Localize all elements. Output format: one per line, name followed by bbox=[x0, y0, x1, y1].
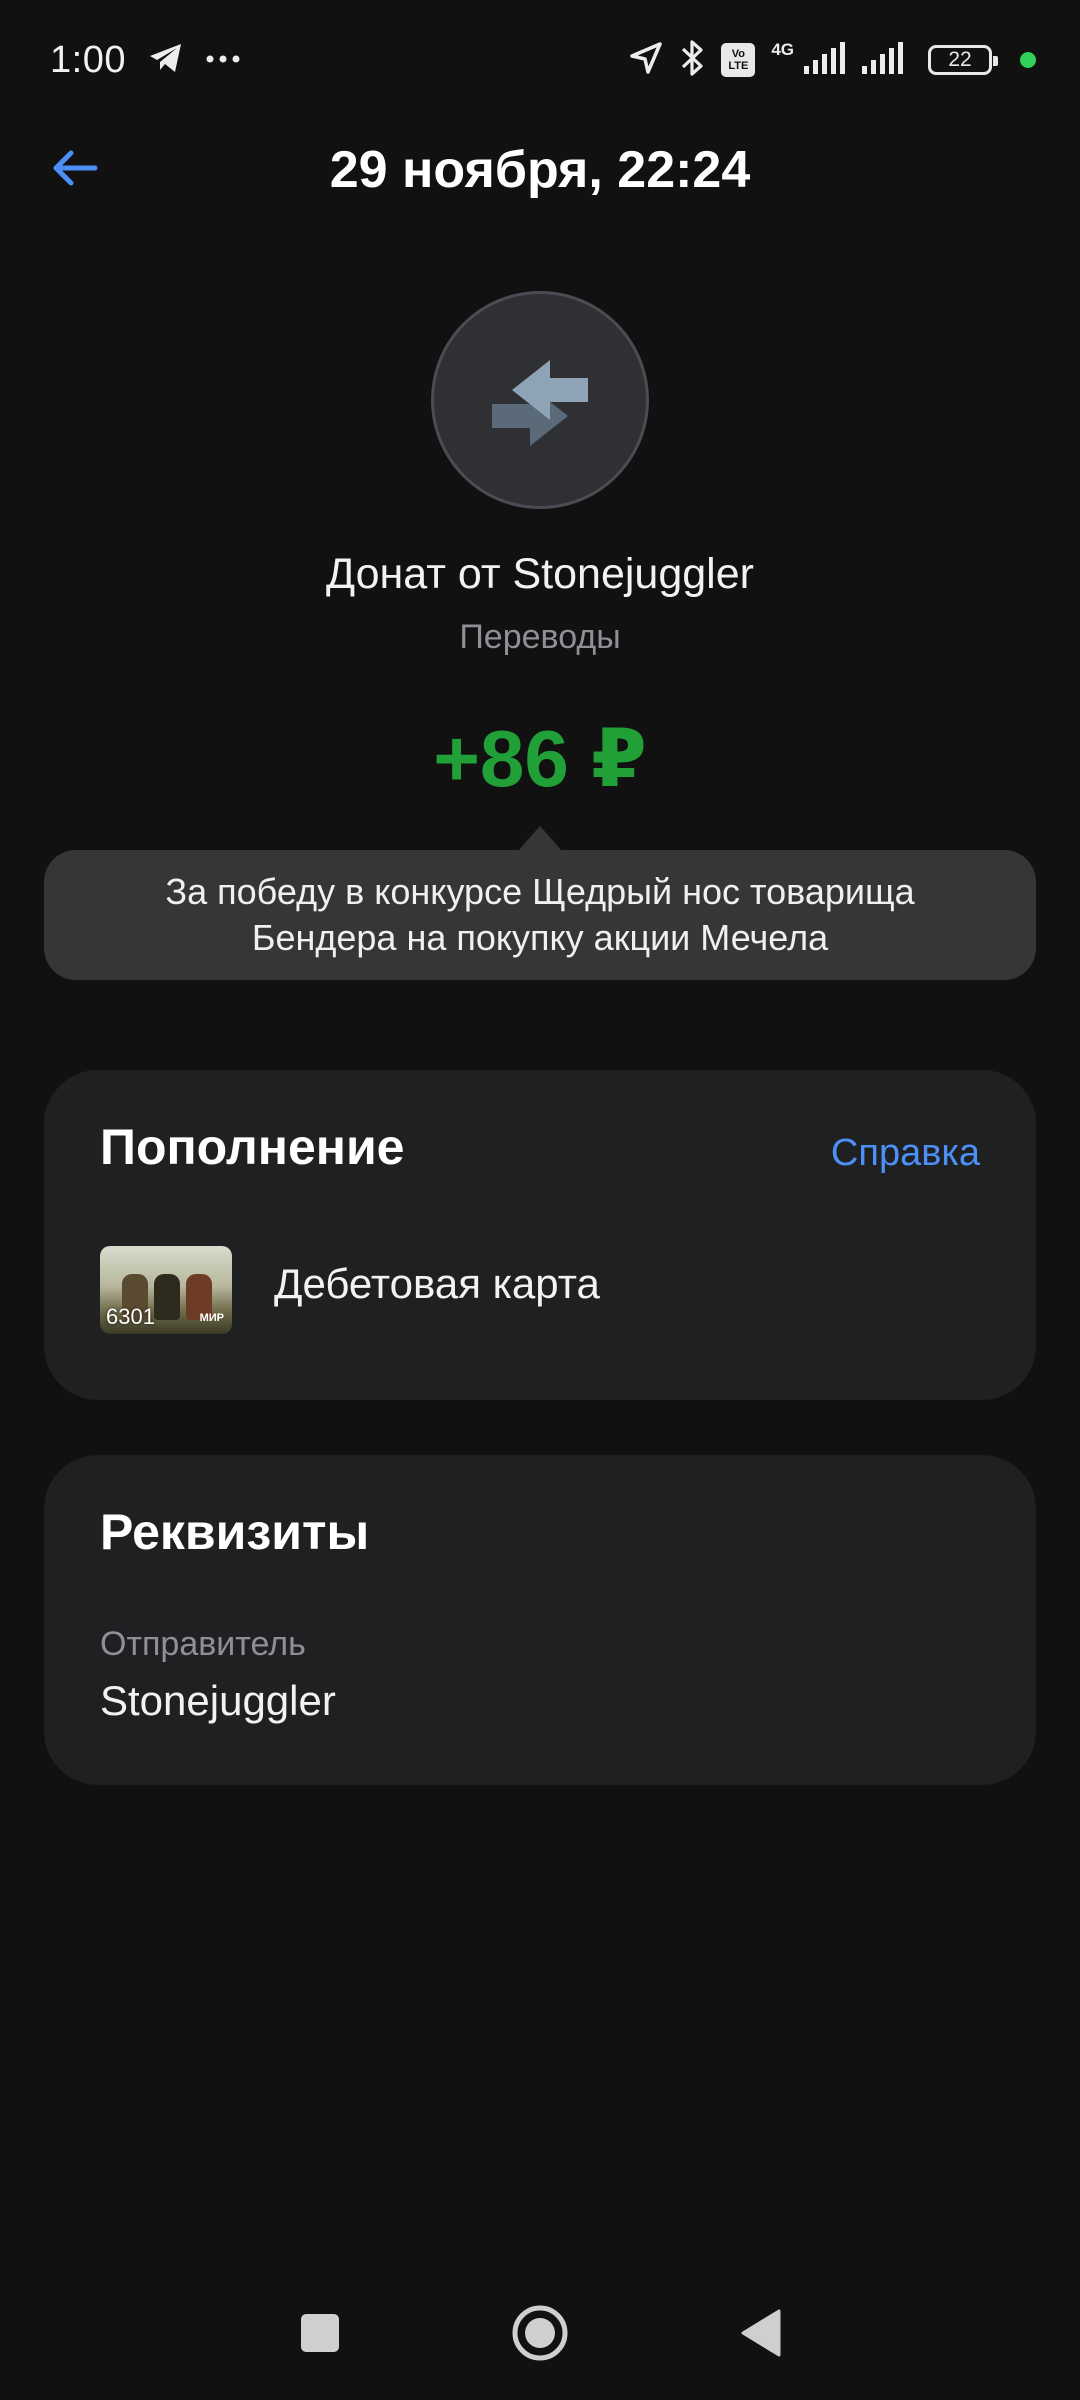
back-triangle-icon bbox=[739, 2309, 781, 2362]
transaction-comment: За победу в конкурсе Щедрый нос товарища… bbox=[44, 850, 1036, 980]
sender-label: Отправитель bbox=[100, 1625, 306, 1663]
transfer-arrows-icon bbox=[470, 328, 610, 473]
volte-icon: Vo LTE bbox=[721, 43, 756, 77]
top-app-bar: 29 ноября, 22:24 bbox=[0, 120, 1080, 220]
signal-icon bbox=[804, 41, 846, 79]
location-arrow-icon bbox=[629, 41, 663, 80]
card-brand-logo: МИР bbox=[199, 1312, 224, 1324]
battery-icon: 22 bbox=[928, 45, 998, 75]
back-nav-button[interactable] bbox=[725, 2300, 795, 2370]
card-name[interactable]: Дебетовая карта bbox=[274, 1260, 600, 1308]
home-button[interactable] bbox=[505, 2300, 575, 2370]
bank-card-thumbnail[interactable]: 6301 МИР bbox=[100, 1246, 232, 1334]
requisites-section: Реквизиты Отправитель Stonejuggler bbox=[44, 1455, 1036, 1785]
help-link[interactable]: Справка bbox=[831, 1132, 980, 1175]
status-time: 1:00 bbox=[50, 38, 126, 81]
transaction-avatar bbox=[431, 291, 649, 509]
back-button[interactable] bbox=[40, 140, 110, 200]
battery-level: 22 bbox=[948, 48, 972, 71]
card-number: 6301 bbox=[106, 1304, 155, 1329]
bluetooth-icon bbox=[679, 39, 705, 82]
signal-icon bbox=[862, 41, 912, 79]
transaction-details-screen: 1:00 Vo LTE 4G 22 29 ноября, 22:24 Донат… bbox=[0, 0, 1080, 2400]
network-type: 4G bbox=[771, 40, 794, 59]
status-bar: 1:00 Vo LTE 4G 22 bbox=[0, 0, 1080, 120]
telegram-icon bbox=[148, 42, 184, 79]
lte-label: LTE bbox=[728, 60, 749, 72]
transaction-name: Донат от Stonejuggler bbox=[326, 550, 754, 598]
more-dots-icon bbox=[206, 51, 240, 69]
volte-label: Vo bbox=[731, 48, 745, 60]
recents-square-icon bbox=[300, 2313, 340, 2358]
arrow-left-icon bbox=[51, 148, 99, 193]
page-title: 29 ноября, 22:24 bbox=[329, 141, 751, 199]
comment-text: За победу в конкурсе Щедрый нос товарища… bbox=[165, 871, 915, 958]
sender-value[interactable]: Stonejuggler bbox=[100, 1677, 336, 1725]
privacy-indicator-dot bbox=[1020, 52, 1036, 68]
topup-section: Пополнение Справка 6301 МИР Дебетовая ка… bbox=[44, 1070, 1036, 1400]
card-art-figure bbox=[154, 1274, 180, 1320]
topup-title: Пополнение bbox=[100, 1119, 405, 1175]
home-circle-icon bbox=[511, 2304, 569, 2367]
transaction-category: Переводы bbox=[459, 618, 621, 656]
recents-button[interactable] bbox=[285, 2300, 355, 2370]
requisites-title: Реквизиты bbox=[100, 1504, 370, 1560]
transaction-amount: +86 ₽ bbox=[433, 714, 647, 803]
comment-tail bbox=[518, 826, 562, 851]
system-nav-bar bbox=[0, 2280, 1080, 2390]
